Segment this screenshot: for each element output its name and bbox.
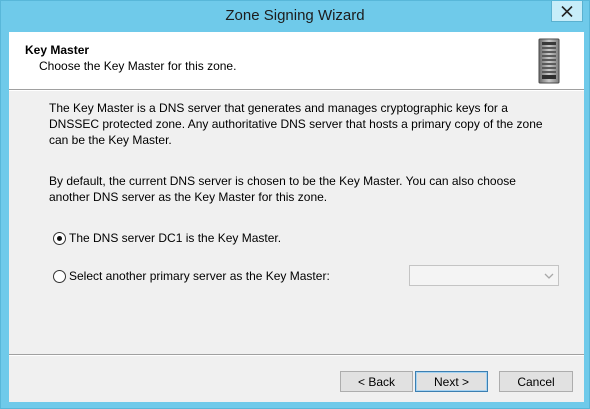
another-server-option[interactable]: Select another primary server as the Key… (53, 269, 330, 283)
chevron-down-icon (544, 273, 554, 279)
header-divider (9, 89, 584, 91)
page-title: Key Master (25, 43, 90, 57)
close-icon (561, 5, 573, 17)
close-button[interactable] (551, 1, 583, 22)
wizard-window: Zone Signing Wizard Key Master Choose th… (0, 0, 590, 409)
back-button[interactable]: < Back (340, 371, 413, 392)
footer-divider (9, 354, 584, 356)
another-server-radio[interactable] (53, 269, 66, 283)
window-title: Zone Signing Wizard (225, 7, 365, 24)
page-subtitle: Choose the Key Master for this zone. (39, 59, 237, 73)
key-master-description: The Key Master is a DNS server that gene… (49, 101, 543, 147)
current-server-label: The DNS server DC1 is the Key Master. (69, 231, 282, 245)
current-server-option[interactable]: The DNS server DC1 is the Key Master. (53, 231, 281, 245)
current-server-radio[interactable] (53, 231, 66, 245)
wizard-client-area: Key Master Choose the Key Master for thi… (9, 32, 584, 402)
server-icon (538, 38, 560, 84)
another-server-label: Select another primary server as the Key… (69, 269, 330, 283)
key-master-server-select[interactable] (409, 265, 559, 286)
next-button[interactable]: Next > (415, 371, 488, 392)
title-bar[interactable]: Zone Signing Wizard (1, 1, 589, 32)
default-server-description: By default, the current DNS server is ch… (49, 174, 516, 204)
cancel-button[interactable]: Cancel (499, 371, 573, 392)
wizard-header: Key Master Choose the Key Master for thi… (9, 32, 584, 89)
